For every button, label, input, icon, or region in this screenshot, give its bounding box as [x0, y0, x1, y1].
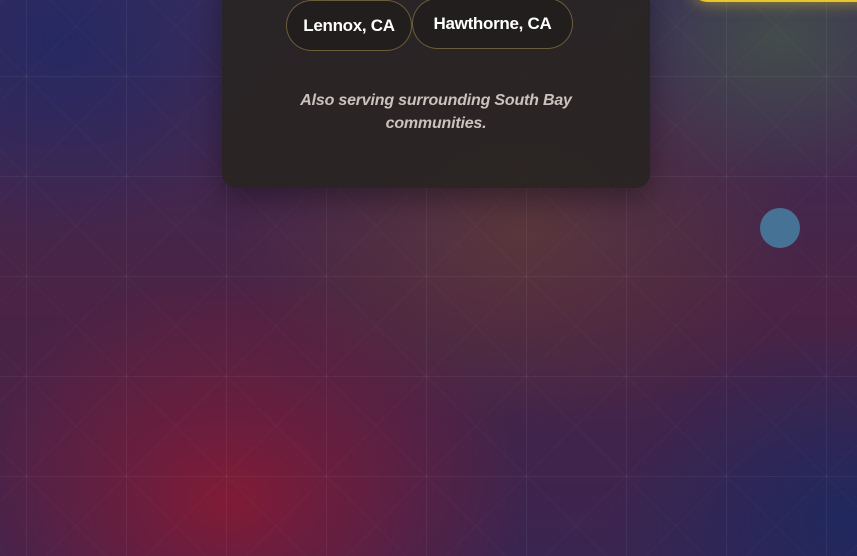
location-pill-hawthorne: Hawthorne, CA	[412, 0, 573, 49]
location-label: Hawthorne, CA	[433, 13, 552, 33]
header-cta-button[interactable]	[693, 0, 857, 2]
location-label: Lennox, CA	[303, 15, 395, 35]
scroll-indicator-dot[interactable]	[760, 208, 800, 248]
service-area-note: Also serving surrounding South Bay commu…	[300, 92, 572, 132]
location-pill-lennox: Lennox, CA	[286, 0, 412, 51]
